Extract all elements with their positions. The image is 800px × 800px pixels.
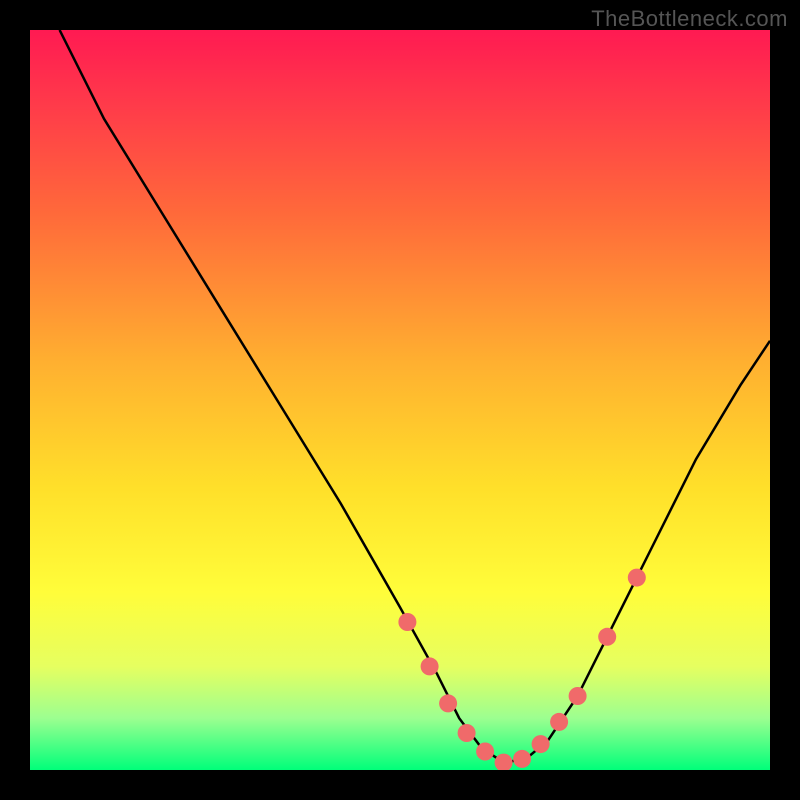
highlight-point <box>513 750 531 768</box>
highlight-point <box>569 687 587 705</box>
plot-svg <box>30 30 770 770</box>
highlight-point <box>458 724 476 742</box>
watermark-text: TheBottleneck.com <box>591 6 788 32</box>
highlight-point <box>550 713 568 731</box>
highlight-point <box>532 735 550 753</box>
gradient-plot-area <box>30 30 770 770</box>
bottleneck-curve <box>60 30 770 763</box>
highlight-point <box>598 628 616 646</box>
highlight-point <box>476 743 494 761</box>
highlight-point <box>421 657 439 675</box>
highlight-point <box>439 694 457 712</box>
highlight-point <box>495 754 513 770</box>
highlight-point <box>628 569 646 587</box>
chart-frame: TheBottleneck.com <box>0 0 800 800</box>
highlight-point <box>398 613 416 631</box>
highlight-points-group <box>398 569 645 770</box>
